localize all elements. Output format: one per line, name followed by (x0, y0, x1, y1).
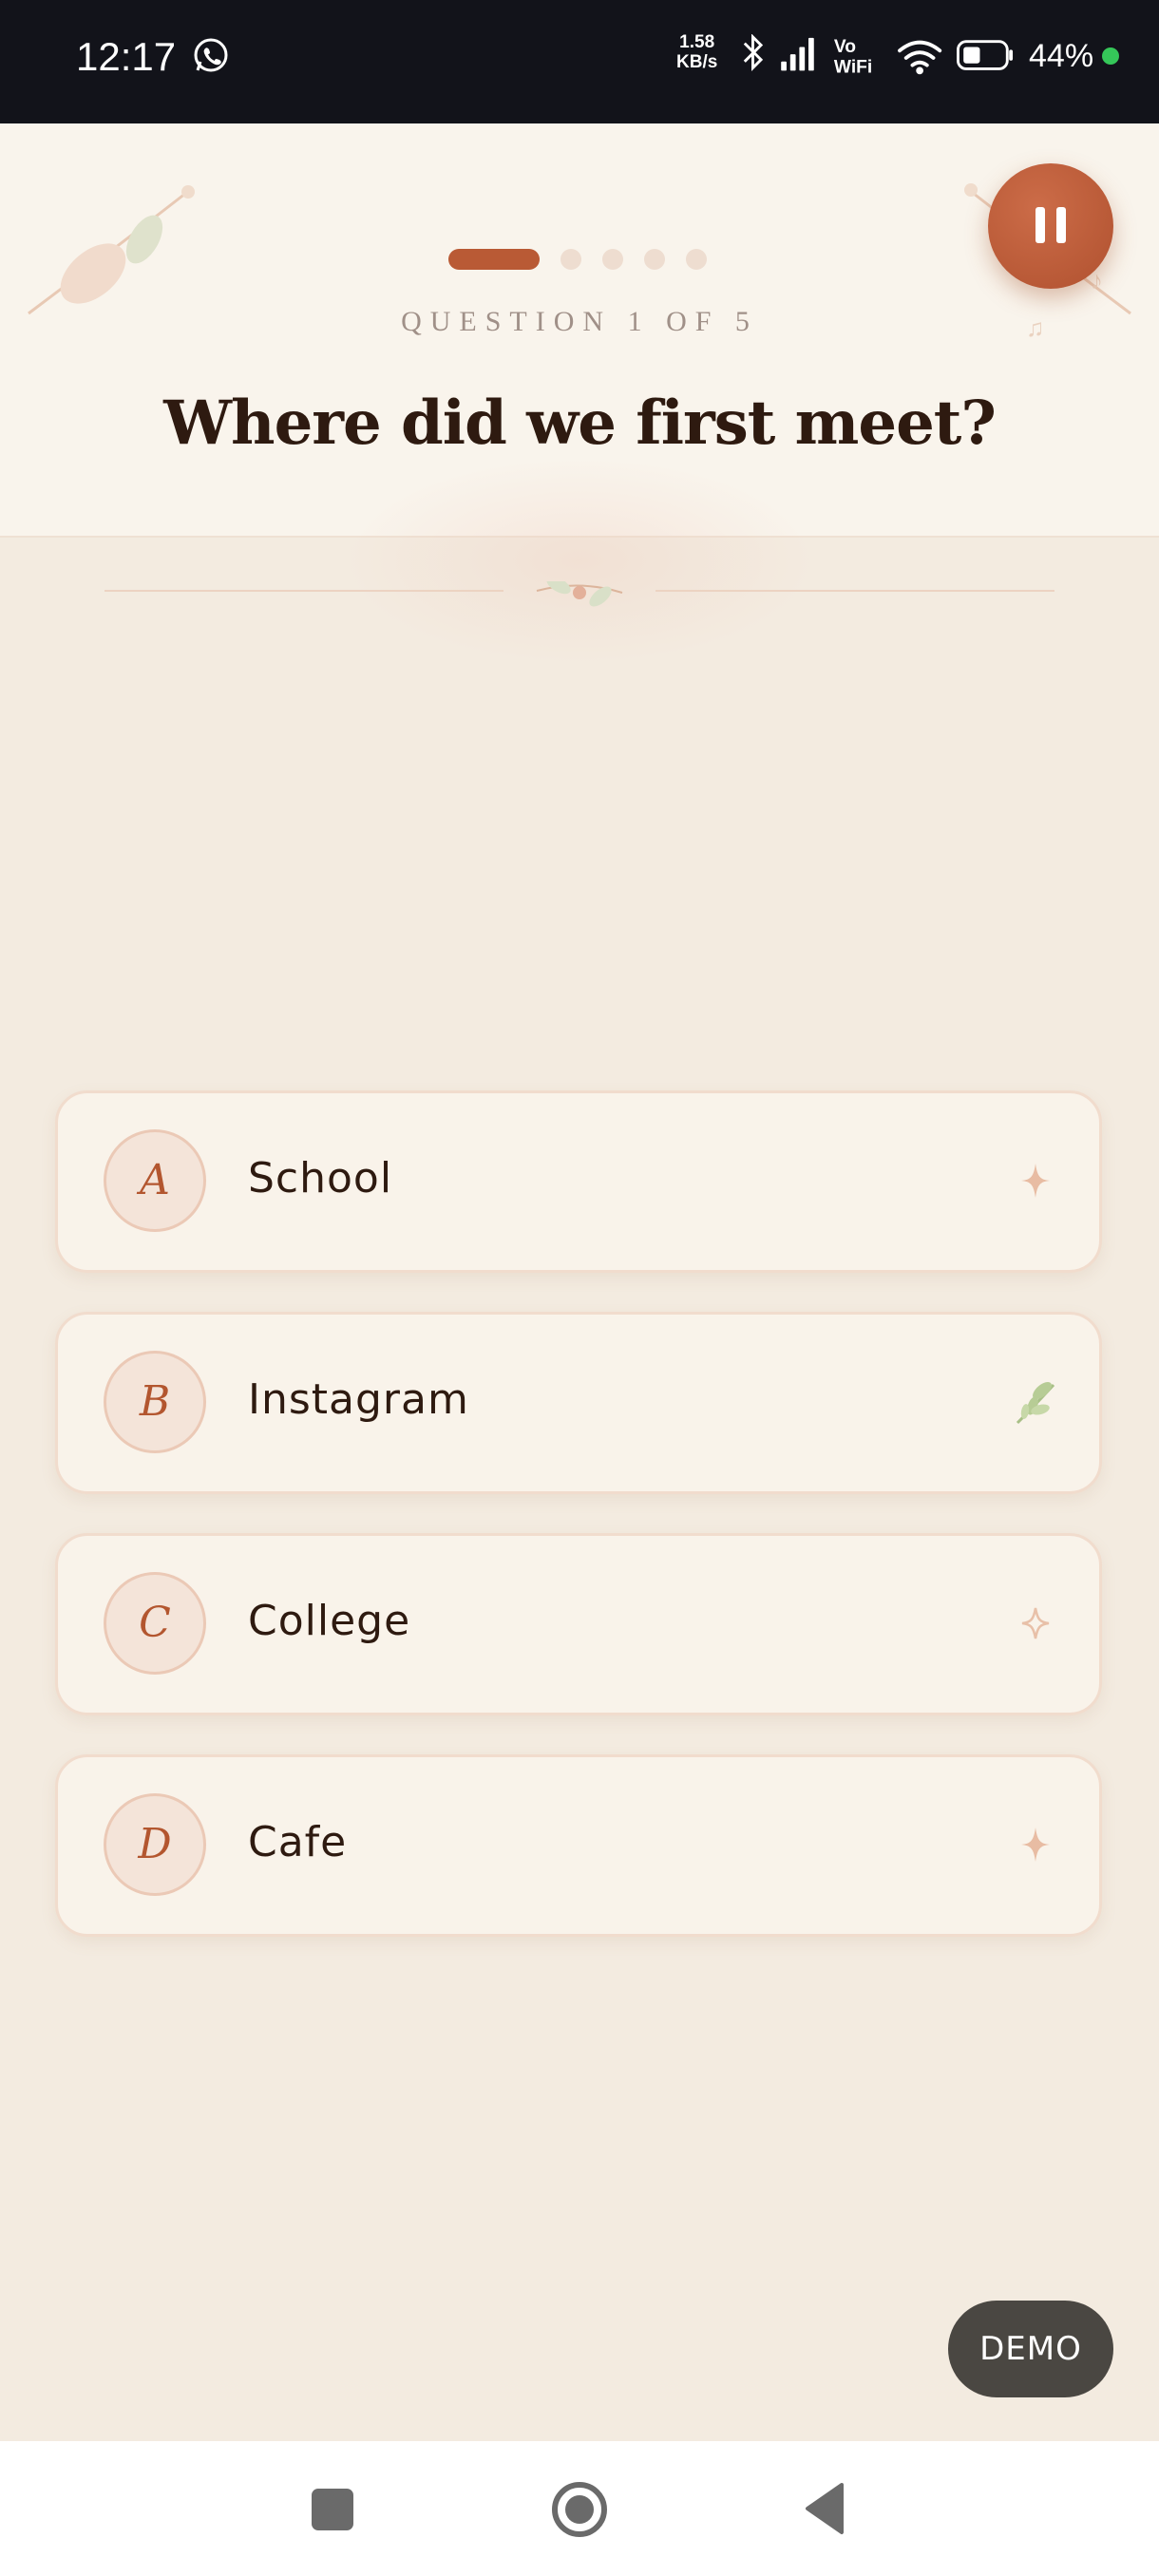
svg-text:WiFi: WiFi (834, 57, 872, 77)
privacy-indicator-dot (1102, 47, 1119, 65)
battery-percent: 44% (1029, 38, 1094, 74)
option-label: School (248, 1154, 393, 1203)
sparkle-icon (1021, 1164, 1050, 1198)
option-b[interactable]: B Instagram (55, 1312, 1102, 1494)
speed-unit: KB/s (676, 52, 718, 72)
option-letter: C (104, 1572, 206, 1675)
progress-step-active (448, 249, 540, 270)
option-label: College (248, 1597, 411, 1645)
svg-text:Vo: Vo (834, 37, 856, 57)
status-bar: 12:17 1.58 KB/s Vo WiFi 44% (0, 0, 1159, 123)
recents-button[interactable] (312, 2489, 353, 2530)
sparkle-icon (1021, 1828, 1050, 1862)
question-text: Where did we first meet? (163, 388, 997, 459)
signal-icon (781, 37, 814, 71)
option-letter: A (104, 1129, 206, 1232)
option-letter: B (104, 1351, 206, 1453)
progress-step (602, 249, 623, 270)
wifi-icon (898, 40, 942, 75)
back-button[interactable] (804, 2481, 846, 2536)
demo-button[interactable]: DEMO (948, 2301, 1113, 2397)
status-time: 12:17 (76, 34, 177, 79)
progress-step (686, 249, 707, 270)
header-glow (342, 456, 817, 665)
pause-music-button[interactable] (988, 163, 1113, 289)
progress-step (560, 249, 581, 270)
speed-value: 1.58 (679, 32, 715, 52)
option-d[interactable]: D Cafe (55, 1754, 1102, 1937)
option-a[interactable]: A School (55, 1090, 1102, 1273)
option-c[interactable]: C College (55, 1533, 1102, 1715)
pause-icon (1056, 207, 1066, 243)
option-label: Instagram (248, 1375, 469, 1424)
battery-icon (957, 40, 1014, 70)
bluetooth-icon (743, 34, 764, 71)
network-speed: 1.58 KB/s (676, 32, 717, 72)
question-counter: QUESTION 1 OF 5 (401, 306, 758, 337)
system-nav-bar (0, 2441, 1159, 2576)
vowifi-icon: Vo WiFi (834, 37, 872, 77)
pause-icon (1036, 207, 1045, 243)
leaf-branch-decoration (28, 185, 195, 315)
sparkle-outline-icon (1021, 1607, 1050, 1639)
option-letter: D (104, 1793, 206, 1896)
herb-icon (1016, 1382, 1055, 1425)
whatsapp-icon (194, 38, 228, 72)
progress-step (644, 249, 665, 270)
leaf-divider (104, 581, 1054, 607)
status-icons: Vo WiFi (743, 34, 1014, 77)
option-label: Cafe (248, 1818, 348, 1866)
home-button[interactable] (551, 2481, 608, 2538)
